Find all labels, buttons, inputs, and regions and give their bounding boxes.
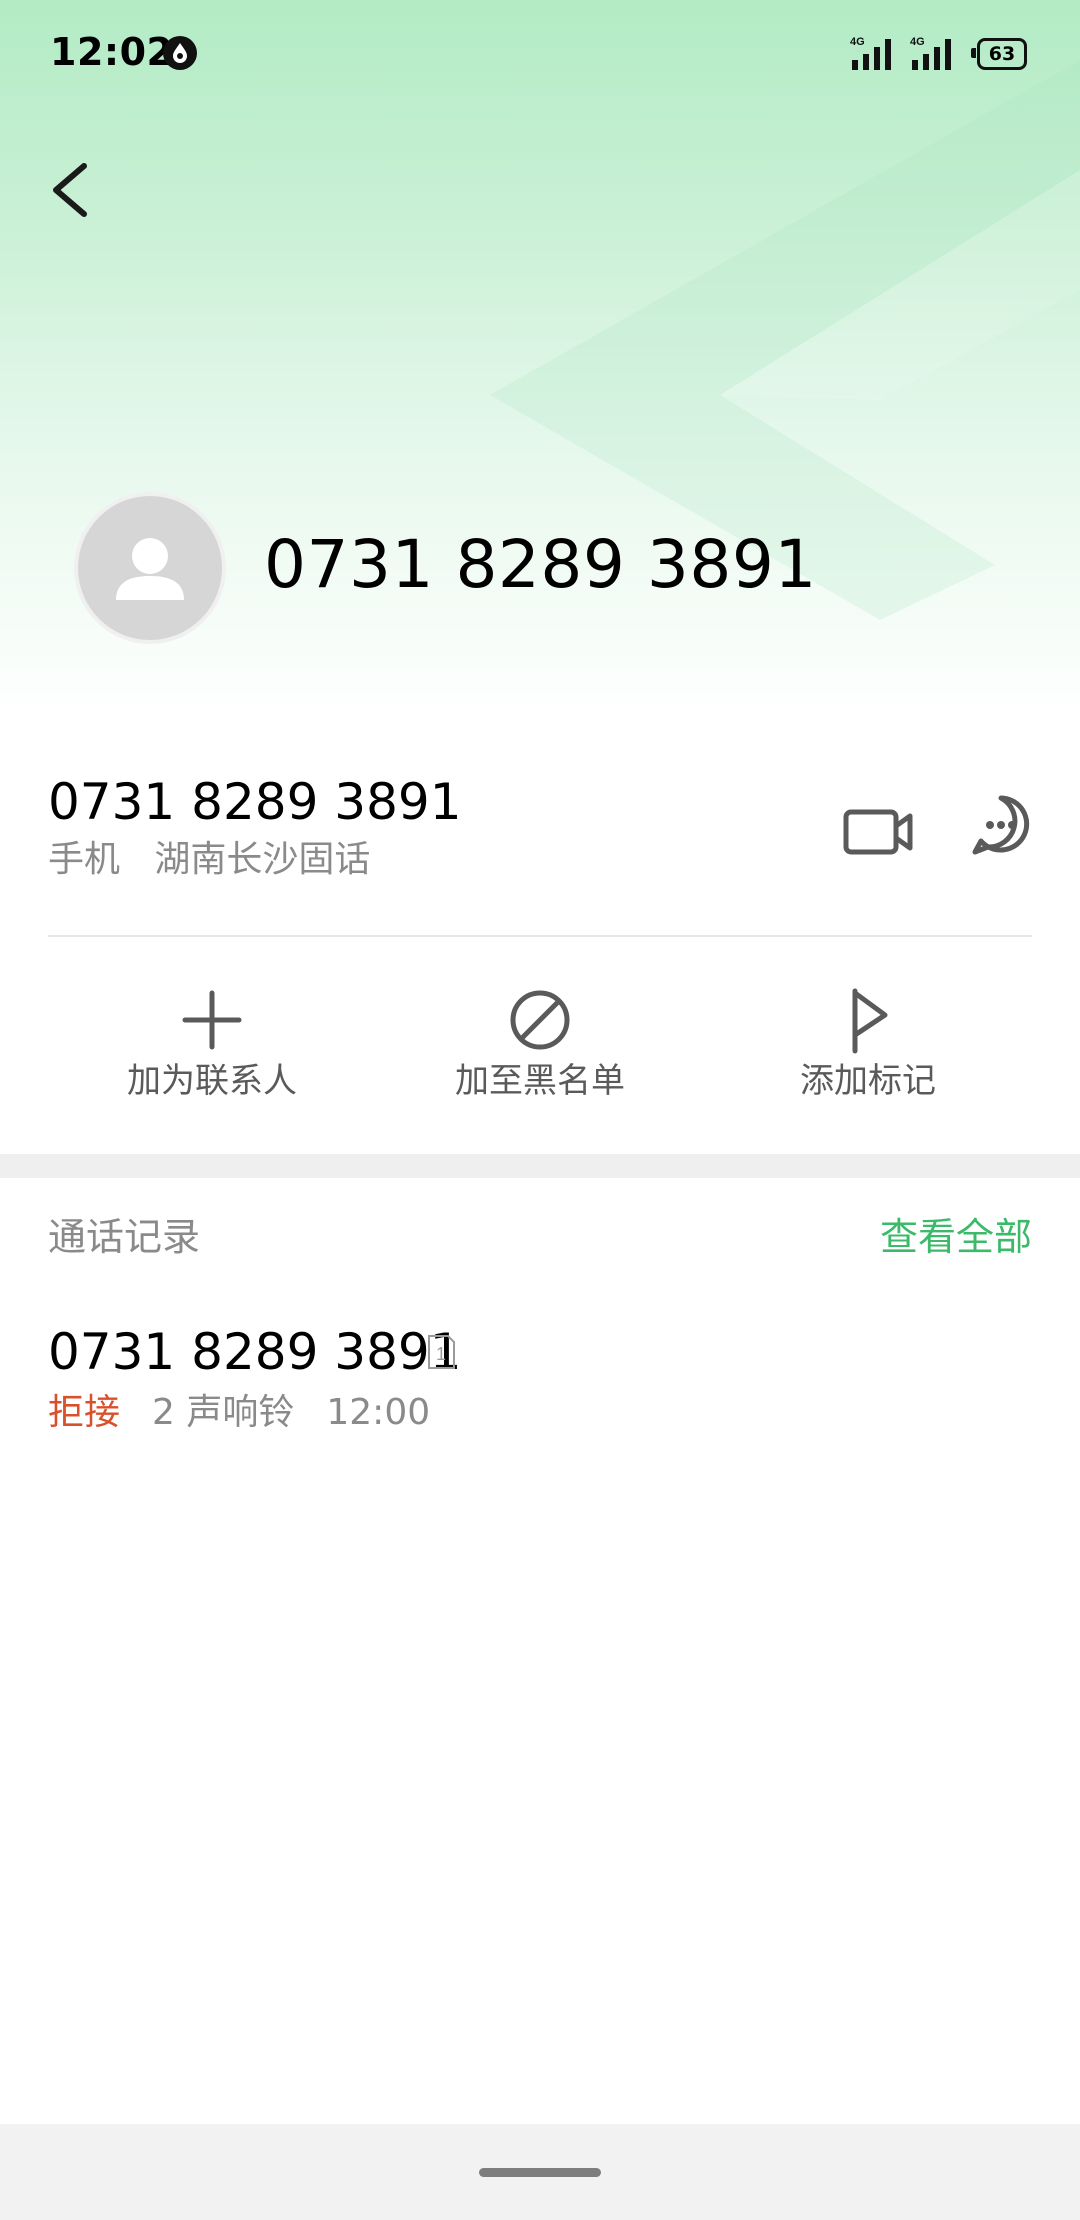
- view-all-link[interactable]: 查看全部: [880, 1212, 1032, 1262]
- sim-card-icon: 1: [428, 1335, 455, 1369]
- call-record-item[interactable]: 0731 8289 3891 1 拒接 2 声响铃 12:00: [48, 1320, 1032, 1450]
- plus-icon: [182, 990, 242, 1050]
- call-time: 12:00: [326, 1392, 431, 1433]
- svg-text:4G: 4G: [910, 36, 925, 48]
- person-avatar-icon: [116, 538, 184, 600]
- back-button[interactable]: [40, 150, 110, 230]
- cellular-signal-icon: 4G: [910, 36, 951, 70]
- section-separator: [0, 1154, 1080, 1178]
- cellular-signal-icon: 4G: [850, 36, 891, 70]
- call-record-number: 0731 8289 3891: [48, 1323, 462, 1381]
- notification-droplet-icon: [163, 36, 197, 70]
- block-icon: [510, 990, 570, 1050]
- phone-number-location: 手机 湖南长沙固话: [48, 839, 371, 880]
- video-call-button[interactable]: [838, 795, 918, 865]
- add-contact-button[interactable]: 加为联系人: [52, 985, 372, 1105]
- add-to-blacklist-button[interactable]: 加至黑名单: [380, 985, 700, 1105]
- phone-number: 0731 8289 3891: [48, 773, 462, 831]
- call-record-details: 拒接 2 声响铃 12:00: [48, 1390, 430, 1436]
- call-ring-count: 2 声响铃: [152, 1392, 295, 1433]
- video-call-icon: [843, 809, 899, 855]
- battery-icon: 63: [971, 38, 1027, 70]
- add-contact-label: 加为联系人: [127, 1061, 297, 1101]
- phone-number-row[interactable]: 0731 8289 3891 手机 湖南长沙固话: [48, 770, 1038, 890]
- add-tag-label: 添加标记: [800, 1061, 936, 1101]
- svg-text:4G: 4G: [850, 36, 865, 48]
- navigation-bar: [0, 2124, 1080, 2220]
- status-bar: 12:02 4G 4G 63: [0, 0, 1080, 110]
- message-button[interactable]: [966, 790, 1036, 860]
- call-history-title: 通话记录: [48, 1215, 201, 1259]
- avatar: [74, 492, 226, 644]
- status-time: 12:02: [50, 30, 174, 74]
- contact-detail-screen: 12:02 4G 4G 63 0731 8289 3891 0731 8289 …: [0, 0, 1080, 2220]
- call-status-rejected: 拒接: [48, 1392, 121, 1433]
- svg-text:1: 1: [436, 1344, 446, 1364]
- chevron-left-icon: [53, 163, 87, 217]
- battery-level: 63: [977, 38, 1027, 70]
- contact-title-number: 0731 8289 3891: [264, 526, 817, 603]
- divider: [48, 935, 1032, 937]
- home-indicator[interactable]: [479, 2168, 601, 2177]
- flag-icon: [852, 988, 888, 1054]
- add-tag-button[interactable]: 添加标记: [708, 985, 1028, 1105]
- add-to-blacklist-label: 加至黑名单: [455, 1061, 625, 1101]
